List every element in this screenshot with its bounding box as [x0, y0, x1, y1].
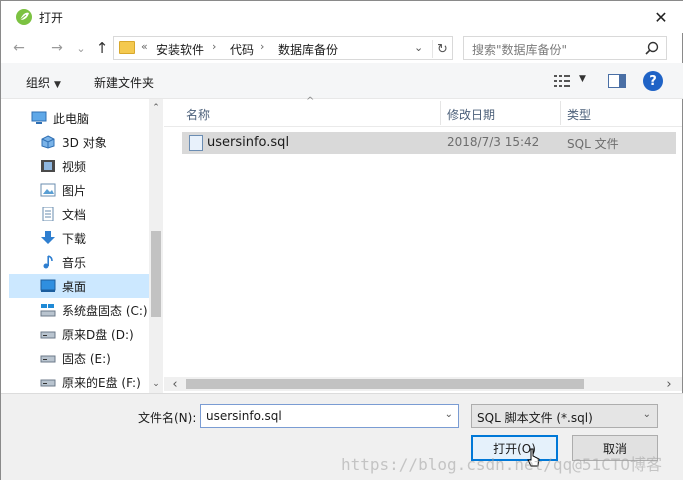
- recent-locations-button[interactable]: ⌄: [71, 38, 91, 58]
- computer-icon: [31, 111, 47, 124]
- filename-label: 文件名(N):: [138, 411, 197, 425]
- sidebar-item-label: 固态 (E:): [62, 351, 111, 366]
- chevron-down-icon: ⌄: [76, 41, 86, 55]
- window-title: 打开: [39, 11, 64, 25]
- column-header-date[interactable]: 修改日期: [447, 106, 495, 123]
- file-type-select[interactable]: SQL 脚本文件 (*.sql) ⌄: [471, 404, 658, 428]
- up-button[interactable]: ↑: [92, 38, 112, 58]
- breadcrumb-separator[interactable]: ›: [212, 40, 216, 53]
- caret-down-icon: ▼: [54, 80, 61, 90]
- view-options-icon[interactable]: [554, 75, 570, 87]
- back-arrow-icon: ←: [13, 40, 25, 56]
- view-caret-icon[interactable]: ▼: [579, 74, 586, 84]
- up-arrow-icon: ↑: [95, 39, 109, 57]
- organize-button[interactable]: 组织 ▼: [26, 74, 61, 91]
- folder-icon: [119, 41, 135, 54]
- file-name: usersinfo.sql: [207, 135, 290, 150]
- sidebar-item-label: 3D 对象: [62, 135, 107, 150]
- sidebar-item-desktop[interactable]: 桌面: [9, 274, 149, 298]
- desktop-icon: [40, 279, 56, 292]
- address-dropdown-icon[interactable]: ⌄: [414, 41, 423, 54]
- music-icon: [43, 255, 53, 269]
- sidebar-item-label: 音乐: [62, 255, 87, 270]
- horizontal-scroll-thumb[interactable]: [186, 379, 584, 389]
- sidebar-item-label: 文档: [62, 207, 87, 222]
- search-icon[interactable]: [644, 40, 660, 56]
- breadcrumb-item[interactable]: 代码: [230, 41, 254, 58]
- drive-icon: [40, 331, 56, 339]
- column-divider[interactable]: [440, 101, 441, 125]
- breadcrumb-overflow[interactable]: «: [141, 40, 148, 53]
- command-toolbar: 组织 ▼ 新建文件夹 ▼ ?: [1, 63, 683, 99]
- filename-input[interactable]: usersinfo.sql ⌄: [200, 404, 459, 428]
- breadcrumb-separator[interactable]: ›: [260, 40, 264, 53]
- help-icon[interactable]: ?: [643, 71, 663, 91]
- sql-file-icon: [189, 135, 203, 151]
- forward-arrow-icon: →: [51, 40, 63, 56]
- system-drive-icon: [40, 304, 56, 317]
- sidebar-item-label: 桌面: [62, 279, 87, 294]
- close-button[interactable]: ✕: [648, 5, 674, 29]
- scroll-down-icon[interactable]: ⌄: [149, 377, 163, 391]
- refresh-button[interactable]: ↻: [432, 40, 452, 58]
- new-folder-label: 新建文件夹: [94, 76, 155, 90]
- breadcrumb-item[interactable]: 数据库备份: [278, 41, 338, 58]
- forward-button[interactable]: →: [47, 38, 67, 58]
- search-placeholder: 搜索"数据库备份": [472, 43, 568, 57]
- column-headers: 名称 修改日期 类型: [164, 99, 682, 127]
- sidebar-scroll-thumb[interactable]: [151, 231, 161, 317]
- column-header-name[interactable]: 名称: [186, 106, 210, 123]
- app-leaf-icon: [16, 9, 32, 25]
- organize-label: 组织: [26, 76, 51, 90]
- file-type: SQL 文件: [567, 137, 619, 151]
- navigation-pane: 此电脑 3D 对象 视频 图片 文档 下载 音乐 桌面 系统盘固态 (C:) 原…: [1, 99, 164, 393]
- cube-icon: [41, 135, 55, 149]
- document-icon: [42, 207, 54, 221]
- new-folder-button[interactable]: 新建文件夹: [94, 74, 154, 91]
- search-input[interactable]: 搜索"数据库备份": [463, 36, 667, 60]
- sidebar-item-label: 此电脑: [53, 111, 90, 126]
- scroll-right-icon[interactable]: ›: [662, 377, 676, 392]
- file-date: 2018/7/3 15:42: [447, 135, 540, 149]
- refresh-icon: ↻: [437, 41, 448, 57]
- sidebar-item-label: 原来D盘 (D:): [62, 327, 134, 342]
- breadcrumb-item[interactable]: 安装软件: [156, 41, 204, 58]
- column-divider[interactable]: [560, 101, 561, 125]
- column-header-type[interactable]: 类型: [567, 106, 591, 123]
- sidebar-item-label: 视频: [62, 159, 87, 174]
- drive-icon: [40, 379, 56, 387]
- file-type-value: SQL 脚本文件 (*.sql): [477, 411, 593, 425]
- preview-pane-icon[interactable]: [608, 74, 626, 88]
- address-bar[interactable]: « 安装软件 › 代码 › 数据库备份 ⌄ ↻: [113, 36, 453, 60]
- filename-value: usersinfo.sql: [206, 409, 282, 423]
- chevron-down-icon[interactable]: ⌄: [445, 409, 453, 420]
- title-bar: 打开 ✕: [1, 1, 683, 33]
- close-icon: ✕: [654, 7, 668, 27]
- sidebar-item-label: 系统盘固态 (C:): [62, 303, 148, 318]
- back-button[interactable]: ←: [9, 38, 29, 58]
- file-row[interactable]: usersinfo.sql 2018/7/3 15:42 SQL 文件: [182, 132, 676, 154]
- picture-icon: [40, 183, 56, 197]
- scroll-left-icon[interactable]: ‹: [168, 377, 182, 392]
- chevron-down-icon: ⌄: [642, 409, 651, 420]
- scroll-up-icon[interactable]: ⌃: [149, 101, 163, 115]
- open-file-dialog: 打开 ✕ ← → ⌄ ↑ « 安装软件 › 代码 › 数据库备份 ⌄ ↻ 搜索"…: [0, 0, 683, 480]
- download-icon: [41, 231, 55, 244]
- watermark-text: https://blog.csdn.net/qq@51CTO博客: [341, 455, 662, 474]
- video-icon: [41, 160, 55, 172]
- sidebar-item-label: 下载: [62, 231, 87, 246]
- sidebar-item-label: 原来的E盘 (F:): [62, 375, 141, 390]
- sidebar-item-label: 图片: [62, 183, 87, 198]
- drive-icon: [40, 355, 56, 363]
